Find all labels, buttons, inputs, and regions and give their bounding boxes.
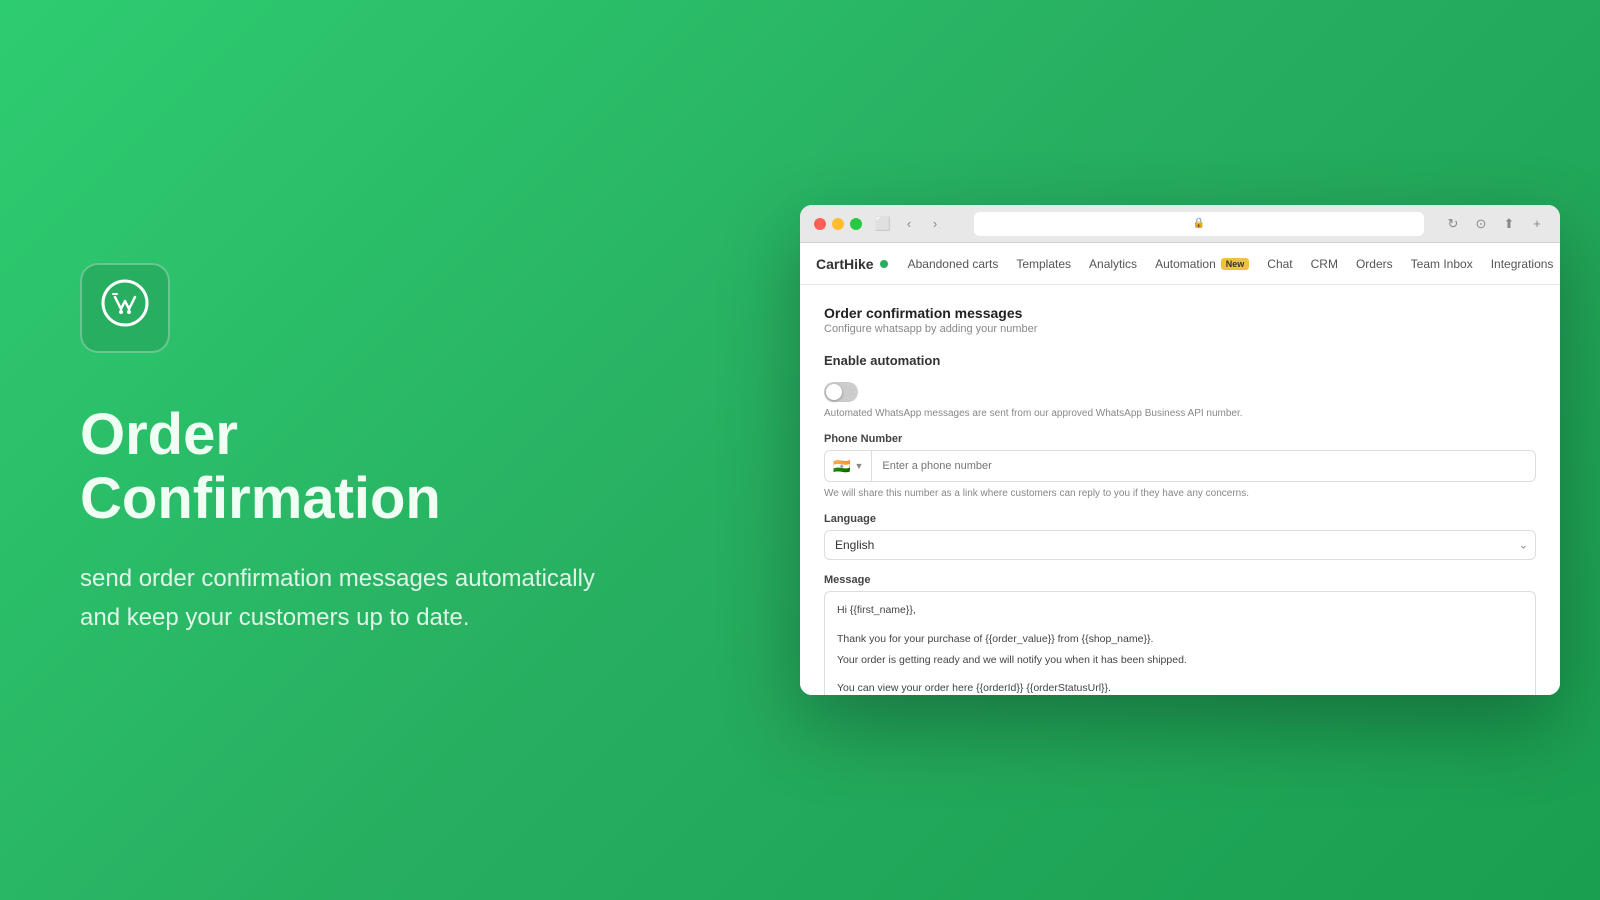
browser-account-button[interactable]: ⊙ xyxy=(1472,215,1490,233)
automation-toggle[interactable] xyxy=(824,382,858,402)
traffic-light-maximize[interactable] xyxy=(850,218,862,230)
nav-analytics[interactable]: Analytics xyxy=(1089,257,1137,271)
flag-dropdown-icon: ▼ xyxy=(854,461,863,471)
nav-automation[interactable]: Automation New xyxy=(1155,257,1249,271)
nav-integrations[interactable]: Integrations xyxy=(1491,257,1554,271)
browser-chrome: ⬜ ‹ › 🔒 ↻ ⊙ ⬆ + xyxy=(800,205,1560,243)
india-flag: 🇮🇳 xyxy=(833,458,850,475)
enable-automation-row: Enable automation xyxy=(824,353,1536,368)
msg-line-2: Thank you for your purchase of {{order_v… xyxy=(837,631,1523,648)
browser-forward-button[interactable]: › xyxy=(926,215,944,233)
traffic-light-minimize[interactable] xyxy=(832,218,844,230)
brand-status-dot xyxy=(880,260,888,268)
section-title: Order confirmation messages xyxy=(824,305,1536,321)
nav-abandoned-carts[interactable]: Abandoned carts xyxy=(908,257,999,271)
message-box: Hi {{first_name}}, Thank you for your pu… xyxy=(824,591,1536,695)
toggle-knob xyxy=(826,384,842,400)
message-label: Message xyxy=(824,574,1536,586)
nav-crm[interactable]: CRM xyxy=(1311,257,1338,271)
phone-hint: We will share this number as a link wher… xyxy=(824,488,1536,499)
page-heading: Order Confirmation xyxy=(80,403,600,531)
enable-automation-label: Enable automation xyxy=(824,353,1536,368)
browser-window-icon[interactable]: ⬜ xyxy=(874,215,892,233)
address-bar[interactable]: 🔒 xyxy=(974,212,1424,236)
flag-selector[interactable]: 🇮🇳 ▼ xyxy=(825,451,872,481)
main-content-panel: Order confirmation messages Configure wh… xyxy=(800,285,1560,695)
nav-links: Abandoned carts Templates Analytics Auto… xyxy=(908,257,1554,271)
browser-share-button[interactable]: ⬆ xyxy=(1500,215,1518,233)
language-select[interactable]: English Hindi Spanish French xyxy=(824,530,1536,560)
section-header: Order confirmation messages Configure wh… xyxy=(824,305,1536,335)
language-select-row: English Hindi Spanish French ⌄ xyxy=(824,530,1536,560)
browser-window: ⬜ ‹ › 🔒 ↻ ⊙ ⬆ + CartHike xyxy=(800,205,1560,695)
nav-orders[interactable]: Orders xyxy=(1356,257,1393,271)
nav-team-inbox[interactable]: Team Inbox xyxy=(1411,257,1473,271)
msg-line-1: Hi {{first_name}}, xyxy=(837,602,1523,619)
brand-name: CartHike xyxy=(816,256,874,272)
main-container: Order Confirmation send order confirmati… xyxy=(0,0,1600,900)
page-subtext: send order confirmation messages automat… xyxy=(80,560,600,637)
msg-line-3: Your order is getting ready and we will … xyxy=(837,652,1523,669)
phone-input-row: 🇮🇳 ▼ xyxy=(824,450,1536,482)
language-label: Language xyxy=(824,513,1536,525)
nav-chat[interactable]: Chat xyxy=(1267,257,1292,271)
traffic-lights xyxy=(814,218,862,230)
browser-controls: ⬜ ‹ › xyxy=(874,215,944,233)
content-area: Order confirmation messages Configure wh… xyxy=(800,285,1560,695)
logo-icon xyxy=(101,279,149,337)
browser-back-button[interactable]: ‹ xyxy=(900,215,918,233)
msg-line-4: You can view your order here {{orderId}}… xyxy=(837,680,1523,695)
browser-wrapper: ⬜ ‹ › 🔒 ↻ ⊙ ⬆ + CartHike xyxy=(680,205,1600,695)
logo-box xyxy=(80,263,170,353)
auto-msg-description: Automated WhatsApp messages are sent fro… xyxy=(824,408,1536,419)
phone-number-label: Phone Number xyxy=(824,433,1536,445)
browser-new-tab-button[interactable]: + xyxy=(1528,215,1546,233)
new-badge: New xyxy=(1221,258,1250,270)
nav-brand: CartHike xyxy=(816,256,888,272)
nav-templates[interactable]: Templates xyxy=(1016,257,1071,271)
phone-input[interactable] xyxy=(872,460,1535,472)
browser-actions: ↻ ⊙ ⬆ + xyxy=(1444,215,1546,233)
left-panel: Order Confirmation send order confirmati… xyxy=(0,203,680,697)
browser-refresh-button[interactable]: ↻ xyxy=(1444,215,1462,233)
app-navbar: CartHike Abandoned carts Templates Analy… xyxy=(800,243,1560,285)
lock-icon: 🔒 xyxy=(1193,218,1205,229)
section-subtitle: Configure whatsapp by adding your number xyxy=(824,323,1536,335)
nav-automation-label: Automation xyxy=(1155,257,1216,271)
traffic-light-close[interactable] xyxy=(814,218,826,230)
